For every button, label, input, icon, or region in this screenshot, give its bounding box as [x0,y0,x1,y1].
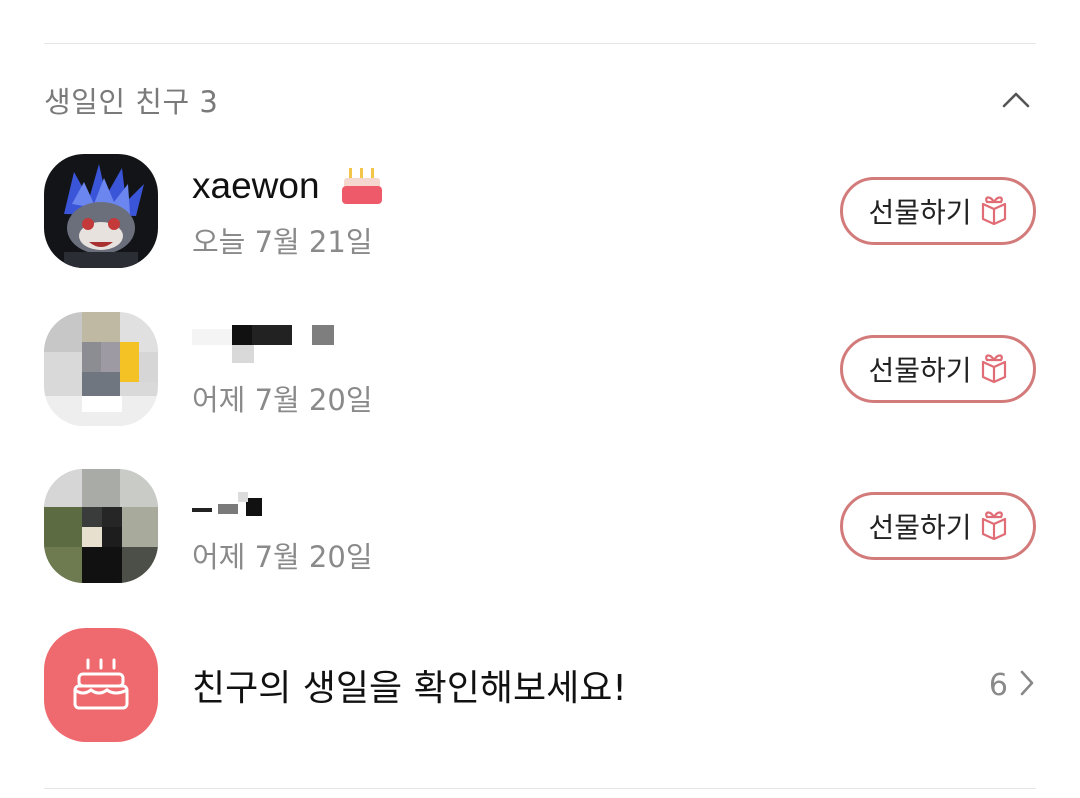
friend-name: xaewon [192,165,320,206]
avatar[interactable] [44,154,158,268]
gift-button[interactable]: 선물하기 [840,492,1036,560]
birthday-cake-icon [340,166,384,206]
gift-button-label: 선물하기 [868,354,972,387]
avatar[interactable] [44,312,158,426]
cake-icon [44,628,158,742]
birthday-friends-section: 생일인 친구 3 xaewon 오늘 7월 21일 선물하기 어제 7월 20일… [0,0,1080,798]
section-header: 생일인 친구 3 [44,72,1036,128]
avatar[interactable] [44,469,158,583]
birthday-date: 어제 7월 20일 [192,540,373,574]
section-title: 생일인 친구 3 [44,85,219,119]
birthday-date: 오늘 7월 21일 [192,225,373,259]
friend-name-redacted [192,321,342,367]
friend-info: 어제 7월 20일 [192,476,840,576]
top-divider [44,43,1036,44]
bottom-divider [44,788,1036,789]
friend-info: xaewon 오늘 7월 21일 [192,161,840,261]
gift-button[interactable]: 선물하기 [840,335,1036,403]
gift-icon [980,508,1008,544]
birthday-date: 어제 7월 20일 [192,383,373,417]
promo-text: 친구의 생일을 확인해보세요! [192,668,627,709]
chevron-up-icon[interactable] [996,80,1036,120]
promo-count: 6 [988,667,1008,703]
gift-icon [980,351,1008,387]
gift-button-label: 선물하기 [868,511,972,544]
friend-info: 어제 7월 20일 [192,319,840,419]
friend-name-redacted [192,478,342,524]
gift-button-label: 선물하기 [868,196,972,229]
chevron-right-icon [1018,669,1036,701]
gift-icon [980,193,1008,229]
friend-row[interactable]: xaewon 오늘 7월 21일 선물하기 [44,152,1036,270]
check-birthdays-link[interactable]: 친구의 생일을 확인해보세요! 6 [44,628,1036,742]
gift-button[interactable]: 선물하기 [840,177,1036,245]
friend-row[interactable]: 어제 7월 20일 선물하기 [44,467,1036,585]
friend-row[interactable]: 어제 7월 20일 선물하기 [44,310,1036,428]
